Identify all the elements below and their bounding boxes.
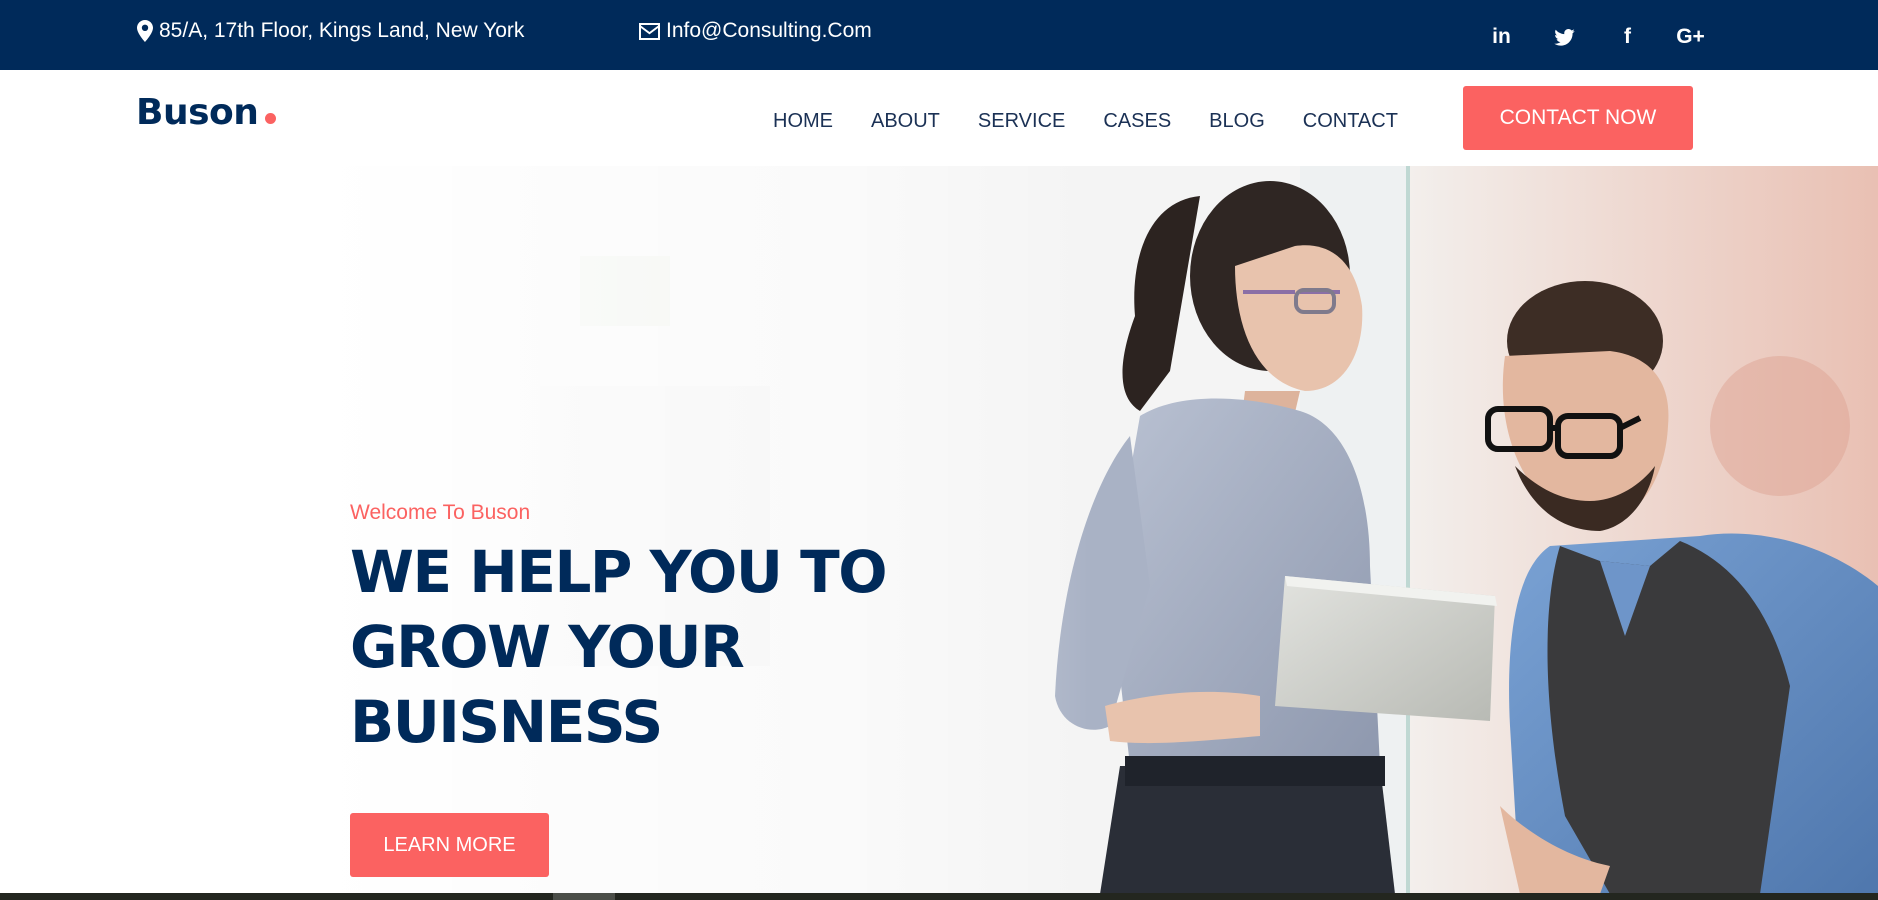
contact-now-button[interactable]: CONTACT NOW [1463,86,1693,150]
twitter-icon[interactable] [1533,17,1596,57]
site-header: Buson HOME ABOUT SERVICE CASES BLOG CONT… [0,70,1878,166]
top-bar: 85/A, 17th Floor, Kings Land, New York I… [0,0,1878,70]
linkedin-icon[interactable]: in [1470,17,1533,57]
hero-content: Welcome To Buson WE HELP YOU TO GROW YOU… [350,501,910,760]
nav-item-home[interactable]: HOME [773,110,833,133]
address-info: 85/A, 17th Floor, Kings Land, New York [137,0,524,62]
logo-text[interactable]: Buson [136,92,259,133]
email-text[interactable]: Info@Consulting.Com [666,19,872,43]
hero-welcome-text: Welcome To Buson [350,501,531,524]
nav-item-cases[interactable]: CASES [1103,110,1171,133]
address-text: 85/A, 17th Floor, Kings Land, New York [159,19,525,42]
hero-section: Welcome To Buson WE HELP YOU TO GROW YOU… [0,166,1878,894]
social-links: in f G+ [1470,0,1722,74]
logo-dot [265,113,277,124]
logo[interactable]: Buson [136,92,277,133]
bottom-strip [0,893,1878,900]
nav-item-contact[interactable]: CONTACT [1303,110,1398,133]
envelope-icon [639,22,660,40]
facebook-icon[interactable]: f [1596,17,1659,57]
headline-line-3: BUISNESS [350,688,663,756]
headline-line-2: GROW YOUR [350,613,745,681]
hero-headline: WE HELP YOU TO GROW YOUR BUISNESS [350,535,910,760]
slider-indicator[interactable] [553,893,615,900]
main-nav: HOME ABOUT SERVICE CASES BLOG CONTACT [773,110,1436,133]
google-plus-icon[interactable]: G+ [1659,17,1722,57]
nav-item-blog[interactable]: BLOG [1209,110,1265,133]
learn-more-button[interactable]: LEARN MORE [350,813,549,877]
map-marker-icon [137,20,153,42]
email-info[interactable]: Info@Consulting.Com [639,0,872,62]
nav-item-about[interactable]: ABOUT [871,110,940,133]
headline-line-1: WE HELP YOU TO [350,538,888,606]
nav-item-service[interactable]: SERVICE [978,110,1065,133]
hero-fade-overlay [0,166,1878,894]
